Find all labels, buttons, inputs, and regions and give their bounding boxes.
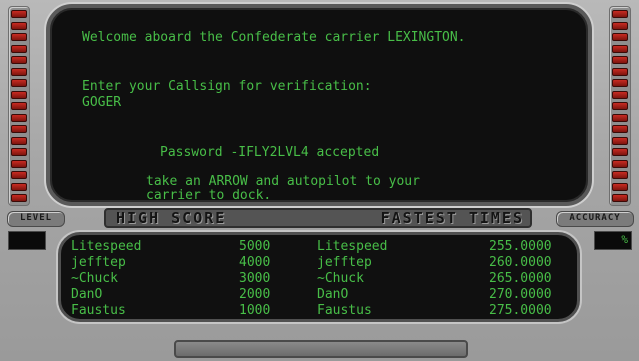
- high-score-name: Litespeed: [71, 239, 142, 254]
- indicator-light: [612, 171, 628, 179]
- high-score-label: HIGH SCORE: [116, 209, 227, 227]
- fastest-time-value: 265.0000: [489, 271, 552, 286]
- indicator-light: [612, 136, 628, 145]
- indicator-light: [11, 125, 27, 133]
- scoreboard-panel: Litespeed 5000 jefftep 4000 ~Chuck 3000 DanO 20…: [58, 232, 580, 322]
- indicator-light: [612, 79, 628, 87]
- indicator-light: [11, 90, 27, 99]
- indicator-light: [612, 113, 628, 122]
- fastest-time-name: DanO: [317, 287, 349, 302]
- left-indicator-rail: [8, 6, 30, 206]
- high-score-name: jefftep: [71, 255, 126, 270]
- high-score-name: Faustus: [71, 303, 126, 318]
- indicator-light: [11, 10, 27, 18]
- indicator-light: [612, 159, 628, 168]
- indicator-light: [11, 148, 27, 156]
- accuracy-label: ACCURACY: [556, 211, 634, 227]
- fastest-time-name: Faustus: [317, 303, 372, 318]
- indicator-light: [11, 44, 27, 53]
- fastest-time-name: ~Chuck: [317, 271, 364, 286]
- high-score-name: DanO: [71, 287, 103, 302]
- instruction-line-2: carrier to dock.: [146, 188, 272, 203]
- indicator-light: [11, 171, 27, 179]
- indicator-light: [11, 182, 27, 191]
- indicator-light: [612, 102, 628, 110]
- welcome-message: Welcome aboard the Confederate carrier L…: [82, 30, 466, 45]
- level-label: LEVEL: [7, 211, 65, 227]
- fastest-time-value: 260.0000: [489, 255, 552, 270]
- indicator-light: [612, 182, 628, 191]
- indicator-light: [11, 21, 27, 30]
- high-score-value: 4000: [239, 255, 271, 270]
- high-score-value: 3000: [239, 271, 271, 286]
- accuracy-unit: %: [621, 233, 628, 246]
- indicator-light: [612, 44, 628, 53]
- indicator-light: [612, 67, 628, 76]
- instruction-line-1: take an ARROW and autopilot to your: [146, 174, 420, 189]
- fastest-time-value: 270.0000: [489, 287, 552, 302]
- callsign-value: GOGER: [82, 95, 122, 110]
- indicator-light: [11, 67, 27, 76]
- indicator-light: [612, 90, 628, 99]
- high-score-value: 1000: [239, 303, 271, 318]
- indicator-light: [11, 79, 27, 87]
- indicator-light: [612, 194, 628, 202]
- callsign-prompt: Enter your Callsign for verification:: [82, 79, 372, 94]
- indicator-light: [11, 102, 27, 110]
- fastest-time-value: 275.0000: [489, 303, 552, 318]
- level-display: [8, 231, 46, 250]
- indicator-light: [612, 33, 628, 41]
- fastest-time-name: jefftep: [317, 255, 372, 270]
- indicator-light: [11, 194, 27, 202]
- bottom-panel-bar: [174, 340, 468, 358]
- fastest-times-label: FASTEST TIMES: [380, 209, 524, 227]
- indicator-light: [612, 125, 628, 133]
- fastest-time-value: 255.0000: [489, 239, 552, 254]
- indicator-light: [11, 159, 27, 168]
- fastest-time-name: Litespeed: [317, 239, 388, 254]
- terminal-screen: Welcome aboard the Confederate carrier L…: [46, 4, 592, 206]
- password-message: Password -IFLY2LVL4 accepted: [160, 145, 380, 160]
- indicator-light: [11, 33, 27, 41]
- indicator-light: [11, 113, 27, 122]
- indicator-light: [612, 148, 628, 156]
- indicator-light: [612, 21, 628, 30]
- high-score-value: 5000: [239, 239, 271, 254]
- indicator-light: [612, 56, 628, 64]
- high-score-name: ~Chuck: [71, 271, 118, 286]
- right-indicator-rail: [609, 6, 631, 206]
- indicator-light: [11, 136, 27, 145]
- scoreboard-header: HIGH SCORE FASTEST TIMES: [104, 208, 532, 228]
- accuracy-display: %: [594, 231, 632, 250]
- indicator-light: [612, 10, 628, 18]
- high-score-value: 2000: [239, 287, 271, 302]
- indicator-light: [11, 56, 27, 64]
